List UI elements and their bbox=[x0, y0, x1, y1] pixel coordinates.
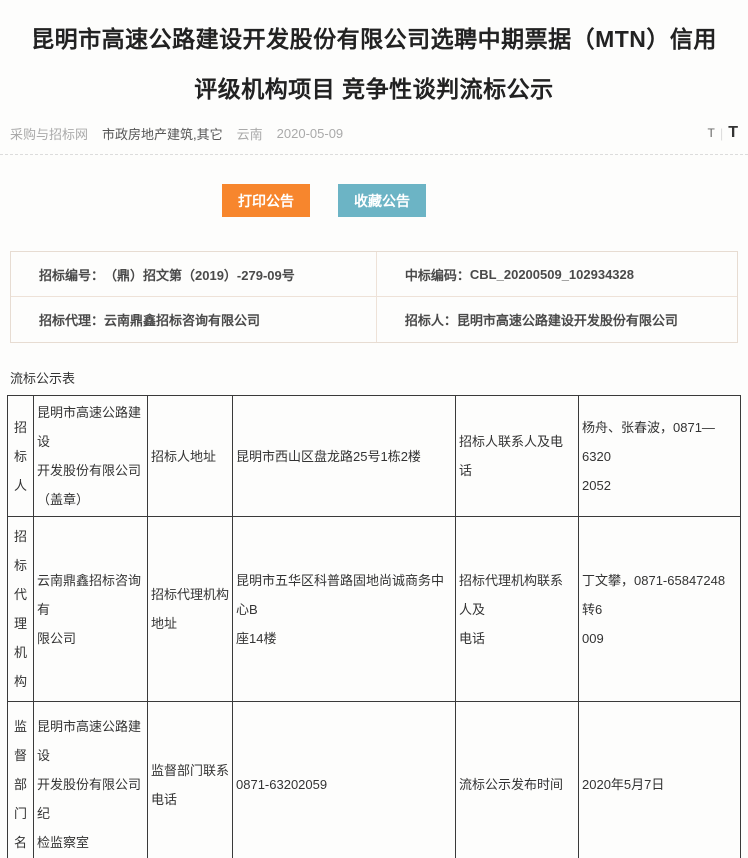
agency-contact-label-cell: 招标代理机构联系人及 电话 bbox=[455, 516, 579, 702]
bid-number-cell: 招标编号： （鼎）招文第（2019）-279-09号 bbox=[11, 252, 377, 297]
tenderer-contact-value-cell: 杨舟、张春波，0871—6320 2052 bbox=[578, 395, 741, 517]
bid-number-value: （鼎）招文第（2019）-279-09号 bbox=[104, 267, 295, 283]
tenderer-address-label-cell: 招标人地址 bbox=[147, 395, 233, 517]
tenderer-name-cell: 昆明市高速公路建设 开发股份有限公司 （盖章） bbox=[33, 395, 148, 517]
publish-time-value-cell: 2020年5月7日 bbox=[578, 701, 741, 858]
row-header-agency: 招标代理机构 bbox=[7, 516, 34, 702]
supervisor-phone-value-cell: 0871-63202059 bbox=[232, 701, 456, 858]
supervisor-phone-label-cell: 监督部门联系 电话 bbox=[147, 701, 233, 858]
table-row: 招标代理机构 云南鼎鑫招标咨询有 限公司 招标代理机构 地址 昆明市五华区科普路… bbox=[7, 516, 741, 702]
agency-address-label-cell: 招标代理机构 地址 bbox=[147, 516, 233, 702]
meta-row: 采购与招标网 市政房地产建筑,其它 云南 2020-05-09 T | T bbox=[10, 124, 738, 142]
bid-agent-cell: 招标代理： 云南鼎鑫招标咨询有限公司 bbox=[11, 297, 377, 342]
bid-number-label: 招标编号： bbox=[39, 267, 105, 283]
page-title: 昆明市高速公路建设开发股份有限公司选聘中期票据（MTN）信用评级机构项目 竞争性… bbox=[31, 26, 717, 102]
dashed-divider bbox=[0, 154, 748, 155]
favorite-announcement-button[interactable]: 收藏公告 bbox=[338, 184, 426, 217]
award-code-label: 中标编码： bbox=[404, 267, 470, 283]
award-code-cell: 中标编码： CBL_20200509_102934328 bbox=[376, 252, 737, 297]
tenderer-contact-label-cell: 招标人联系人及电话 bbox=[455, 395, 579, 517]
publish-time-label-cell: 流标公示发布时间 bbox=[455, 701, 579, 858]
print-announcement-button[interactable]: 打印公告 bbox=[222, 184, 310, 217]
agency-contact-value-cell: 丁文攀，0871-65847248转6 009 bbox=[578, 516, 741, 702]
bid-agent-label: 招标代理： bbox=[39, 313, 105, 328]
supervisor-name-cell: 昆明市高速公路建设 开发股份有限公司纪 检监察室 bbox=[33, 701, 148, 858]
bid-info-box: 招标编号： （鼎）招文第（2019）-279-09号 中标编码： CBL_202… bbox=[10, 251, 738, 343]
font-larger-button[interactable]: T bbox=[728, 124, 738, 142]
font-smaller-button[interactable]: T bbox=[707, 126, 714, 140]
flow-table-caption: 流标公示表 bbox=[10, 371, 76, 386]
agency-name-cell: 云南鼎鑫招标咨询有 限公司 bbox=[33, 516, 148, 702]
font-size-controls: T | T bbox=[707, 124, 738, 142]
action-buttons: 打印公告 收藏公告 bbox=[0, 184, 748, 217]
tenderer-address-value-cell: 昆明市西山区盘龙路25号1栋2楼 bbox=[232, 395, 456, 517]
agency-address-value-cell: 昆明市五华区科普路固地尚诚商务中心B 座14楼 bbox=[232, 516, 456, 702]
row-header-supervisor: 监督部门名 bbox=[7, 701, 34, 858]
tenderer-value: 昆明市高速公路建设开发股份有限公司 bbox=[456, 313, 678, 328]
award-code-value: CBL_20200509_102934328 bbox=[469, 266, 634, 282]
tenderer-label: 招标人： bbox=[404, 313, 457, 328]
flow-publicity-table: 招标人 昆明市高速公路建设 开发股份有限公司 （盖章） 招标人地址 昆明市西山区… bbox=[7, 395, 741, 858]
table-row: 监督部门名 昆明市高速公路建设 开发股份有限公司纪 检监察室 监督部门联系 电话… bbox=[7, 701, 741, 858]
tenderer-cell: 招标人： 昆明市高速公路建设开发股份有限公司 bbox=[377, 297, 737, 342]
bid-agent-value: 云南鼎鑫招标咨询有限公司 bbox=[104, 313, 261, 328]
publish-date: 2020-05-09 bbox=[276, 125, 344, 141]
table-row: 招标人 昆明市高速公路建设 开发股份有限公司 （盖章） 招标人地址 昆明市西山区… bbox=[7, 395, 741, 517]
row-header-tenderer: 招标人 bbox=[7, 395, 34, 517]
category-link[interactable]: 市政房地产建筑,其它 bbox=[102, 124, 223, 143]
source-site-link[interactable]: 采购与招标网 bbox=[10, 124, 88, 143]
font-control-divider: | bbox=[719, 125, 724, 141]
region-link[interactable]: 云南 bbox=[237, 124, 263, 143]
